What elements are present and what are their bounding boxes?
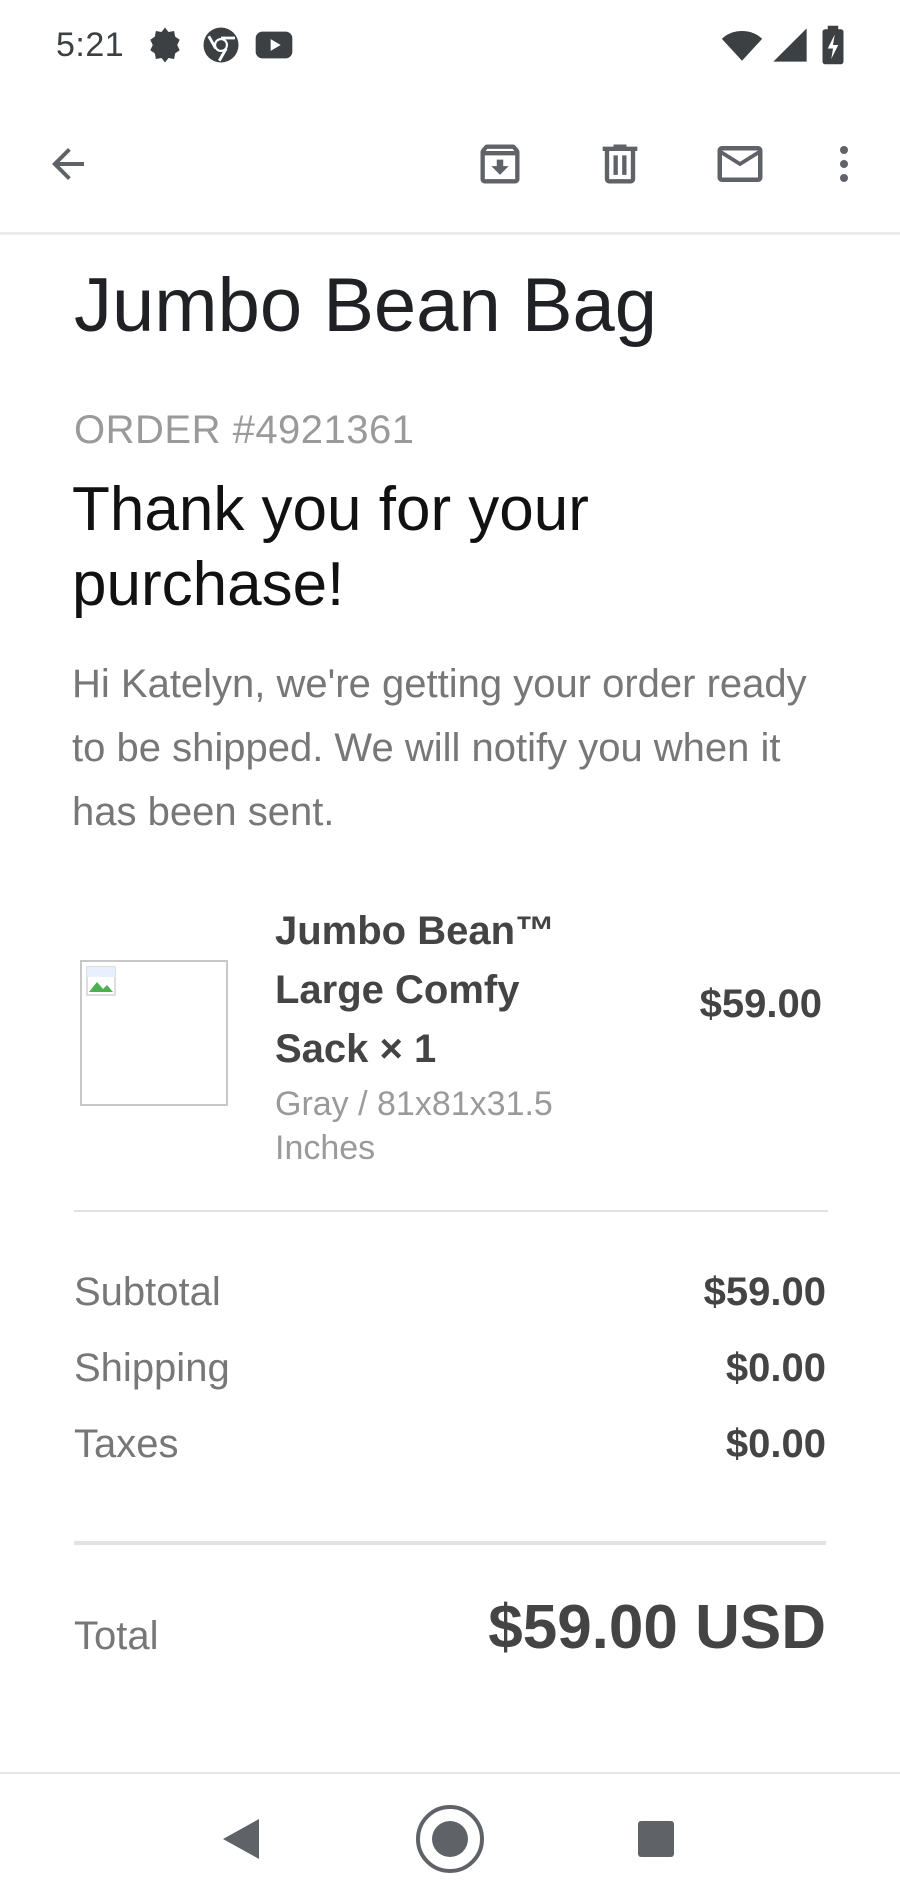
system-nav-bar [0,1772,900,1893]
summary-label: Subtotal [74,1270,221,1314]
thank-you-heading: Thank you for your purchase! [72,475,589,619]
nav-back-button[interactable] [206,1804,276,1874]
total-value: $59.00 USD [488,1593,826,1662]
email-subject: Jumbo Bean Bag [74,263,658,348]
nav-recents-icon [638,1821,674,1857]
nav-recents-button[interactable] [621,1804,691,1874]
signal-icon [770,24,810,71]
wifi-icon [720,24,764,71]
status-bar: 5:21 [0,0,900,92]
mark-unread-icon [717,146,763,182]
back-arrow-icon [52,148,84,180]
summary-value: $0.00 [725,1422,826,1466]
archive-button[interactable] [468,132,532,196]
summary-value: $0.00 [725,1346,826,1390]
item-name: Jumbo Bean™ Large Comfy Sack × 1 [275,909,556,1071]
nav-back-icon [223,1819,259,1859]
order-number: ORDER #4921361 [74,408,415,452]
email-toolbar [0,92,900,235]
youtube-icon [254,24,294,71]
settings-icon [144,24,186,71]
summary-label: Taxes [74,1422,179,1466]
item-price: $59.00 [699,982,822,1026]
divider [74,1541,826,1545]
summary-row-shipping: Shipping $0.00 [74,1346,826,1406]
status-time: 5:21 [56,26,125,64]
delete-icon [602,144,638,184]
total-label: Total [74,1614,159,1658]
more-options-button[interactable] [812,132,876,196]
summary-label: Shipping [74,1346,230,1390]
more-vert-icon [840,146,848,182]
nav-home-button[interactable] [415,1804,485,1874]
order-item: Jumbo Bean™ Large Comfy Sack × 1 Gray / … [0,902,900,1167]
divider [74,1210,828,1212]
item-variant: Gray / 81x81x31.5 Inches [275,1085,553,1167]
summary-row-subtotal: Subtotal $59.00 [74,1270,826,1330]
mark-unread-button[interactable] [708,132,772,196]
delete-button[interactable] [588,132,652,196]
total-row: Total $59.00 USD [74,1592,826,1682]
battery-icon [818,24,848,71]
nav-home-icon [416,1805,484,1873]
back-button[interactable] [36,132,100,196]
chrome-icon [200,24,242,71]
broken-image-icon [86,966,116,996]
archive-icon [480,144,520,184]
product-image [80,960,228,1106]
summary-row-taxes: Taxes $0.00 [74,1422,826,1482]
intro-text: Hi Katelyn, we're getting your order rea… [72,662,807,834]
summary-value: $59.00 [703,1270,826,1314]
